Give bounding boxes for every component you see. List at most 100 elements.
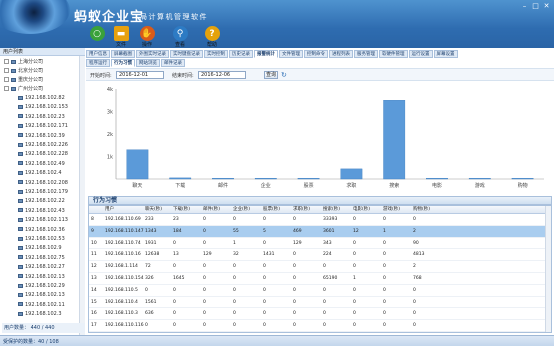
refresh-icon[interactable]: ↻	[281, 71, 287, 79]
tree-host-item[interactable]: 192.168.102.11	[18, 301, 65, 310]
column-header[interactable]: 购物(秒)	[413, 206, 443, 214]
toolbar-file-label: 文件	[115, 42, 126, 48]
tree-host-item[interactable]: 192.168.102.13	[18, 291, 65, 300]
query-button[interactable]: 查询	[264, 71, 278, 79]
secondary-tab[interactable]: 行为习惯	[111, 59, 135, 67]
column-header[interactable]	[91, 206, 105, 214]
primary-tab[interactable]: 屏幕设置	[433, 50, 458, 58]
primary-tab[interactable]: 控制命令	[304, 50, 328, 58]
toolbar-help[interactable]: ? 帮助	[199, 26, 225, 48]
tree-host-item[interactable]: 192.168.102.29	[18, 282, 65, 291]
table-cell: 0	[383, 240, 386, 246]
column-header[interactable]: 企业(秒)	[233, 206, 263, 214]
primary-tab[interactable]: 屏幕截图	[111, 50, 135, 58]
table-cell: 9	[91, 228, 94, 234]
primary-tab[interactable]: 实时控制	[204, 50, 228, 58]
tree-host-item[interactable]: 192.168.102.228	[18, 150, 68, 159]
tree-host-item[interactable]: 192.168.102.113	[18, 216, 68, 225]
tree-host-item[interactable]: 192.168.102.22	[18, 197, 65, 206]
toolbar-file[interactable]: ▬ 文件	[108, 26, 134, 48]
column-header[interactable]: 下载(秒)	[173, 206, 203, 214]
column-header[interactable]: 求职(秒)	[293, 206, 323, 214]
expand-toggle-icon[interactable]	[4, 68, 9, 73]
table-cell: 224	[323, 252, 332, 258]
tree-host-item[interactable]: 192.168.102.49	[18, 160, 65, 169]
primary-tab[interactable]: 服务管理	[354, 50, 378, 58]
primary-tab[interactable]: 文件管理	[279, 50, 303, 58]
tree-group[interactable]: 广州分公司	[4, 85, 43, 94]
tree-host-item[interactable]: 192.168.102.39	[18, 132, 65, 141]
primary-tab[interactable]: 报警统计	[254, 50, 278, 58]
tree-host-item[interactable]: 192.168.102.36	[18, 226, 65, 235]
primary-tab[interactable]: 进程列表	[329, 50, 353, 58]
column-header[interactable]: 电影(秒)	[353, 206, 383, 214]
close-button[interactable]: ✕	[542, 3, 551, 10]
table-cell: 0	[203, 299, 206, 305]
secondary-tab[interactable]: 邮件记录	[161, 59, 185, 67]
end-date-input[interactable]: 2016-12-06	[198, 71, 246, 79]
expand-toggle-icon[interactable]	[4, 59, 9, 64]
tree-host-item[interactable]: 192.168.102.226	[18, 141, 68, 150]
table-row[interactable]: 15 192.168.110.4 1561 0 0 0 0 0 0 0 0 0	[89, 297, 545, 309]
column-header[interactable]: 聊天(秒)	[145, 206, 173, 214]
expand-toggle-icon[interactable]	[4, 77, 9, 82]
tree-host-item[interactable]: 192.168.102.171	[18, 122, 68, 131]
table-cell: 0	[173, 240, 176, 246]
tree-host-item[interactable]: 192.168.102.153	[18, 103, 68, 112]
tree-host-item[interactable]: 192.168.102.9	[18, 244, 62, 253]
table-row[interactable]: 13 192.168.110.154 326 1645 0 0 0 0 65190 1 0 768	[89, 273, 545, 285]
bar-1	[169, 177, 192, 180]
toolbar-operate[interactable]: ✋ 操作	[134, 26, 160, 48]
table-cell: 0	[353, 240, 356, 246]
secondary-tab[interactable]: 网站浏览	[136, 59, 160, 67]
toolbar-view[interactable]: ⚲ 查看	[167, 26, 193, 48]
expand-toggle-icon[interactable]	[4, 86, 9, 91]
column-header[interactable]: 搜索(秒)	[323, 206, 353, 214]
tree-host-item[interactable]: 192.168.102.4	[18, 169, 62, 178]
grid-scrollbar[interactable]	[545, 206, 551, 332]
start-date-input[interactable]: 2016-12-01	[116, 71, 164, 79]
sidebar-scrollbar[interactable]	[79, 56, 85, 335]
table-row[interactable]: 9 192.168.110.147 1343 184 0 55 5 469 3601 12 1 2	[89, 225, 545, 238]
primary-tab[interactable]: 实时键盘记录	[170, 50, 203, 58]
column-header[interactable]: 邮件(秒)	[203, 206, 233, 214]
primary-tab[interactable]: 用户信息	[86, 50, 110, 58]
table-row[interactable]: 17 192.168.110.116 0 0 0 0 0 0 0 0 0 0	[89, 320, 545, 332]
tree-host-item[interactable]: 192.168.102.53	[18, 235, 65, 244]
minimize-button[interactable]: –	[520, 3, 529, 10]
column-header[interactable]: 用户	[105, 206, 145, 214]
table-cell: 0	[293, 217, 296, 222]
primary-tab[interactable]: 历史记录	[229, 50, 253, 58]
table-row[interactable]: 16 192.168.110.3 636 0 0 0 0 0 0 0 0 0	[89, 308, 545, 321]
tree-host-item[interactable]: 192.168.102.13	[18, 273, 65, 282]
tree-host-item[interactable]: 192.168.102.179	[18, 188, 68, 197]
toolbar-start[interactable]: ○	[84, 26, 110, 48]
column-header[interactable]: 游戏(秒)	[383, 206, 413, 214]
tree-host-item[interactable]: 192.168.102.208	[18, 179, 68, 188]
table-row[interactable]: 12 192.168.1.114 72 0 0 0 0 0 0 0 0 2	[89, 261, 545, 273]
secondary-tab[interactable]: 程序运行	[86, 59, 110, 67]
tree-host-item[interactable]: 192.168.102.23	[18, 113, 65, 122]
table-cell: 0	[173, 299, 176, 305]
table-row[interactable]: 14 192.168.110.5 0 0 0 0 0 0 0 0 0 0	[89, 285, 545, 297]
primary-tab[interactable]: 运行设置	[408, 50, 433, 58]
tree-host-item[interactable]: 192.168.102.82	[18, 94, 65, 103]
tree-host-label: 192.168.102.29	[25, 283, 65, 289]
table-row[interactable]: 10 192.168.110.74 1931 0 0 1 0 129 343 0 0 90	[89, 238, 545, 250]
tree-group[interactable]: 上海分公司	[4, 58, 43, 67]
maximize-button[interactable]: □	[531, 3, 540, 10]
status-text: 受保护的数量：40 / 108	[3, 339, 59, 345]
table-cell: 0	[353, 252, 356, 258]
table-row[interactable]: 11 192.168.110.16 12638 13 129 32 1431 0 224 0 0 48…	[89, 249, 545, 262]
tree-host-item[interactable]: 192.168.102.3	[18, 310, 62, 319]
table-row[interactable]: 8 192.168.110.69 233 23 0 0 0 0 33393 0 0 0	[89, 214, 545, 226]
tree-group[interactable]: 北京分公司	[4, 67, 43, 76]
primary-tab[interactable]: 软硬件管理	[379, 50, 408, 58]
primary-tab[interactable]: 外围实时记录	[136, 50, 169, 58]
computer-icon	[18, 274, 23, 279]
tree-host-item[interactable]: 192.168.102.27	[18, 263, 65, 272]
tree-host-item[interactable]: 192.168.102.75	[18, 254, 65, 263]
column-header[interactable]: 股票(秒)	[263, 206, 293, 214]
tree-host-item[interactable]: 192.168.102.43	[18, 207, 65, 216]
tree-group[interactable]: 重庆分公司	[4, 76, 43, 85]
